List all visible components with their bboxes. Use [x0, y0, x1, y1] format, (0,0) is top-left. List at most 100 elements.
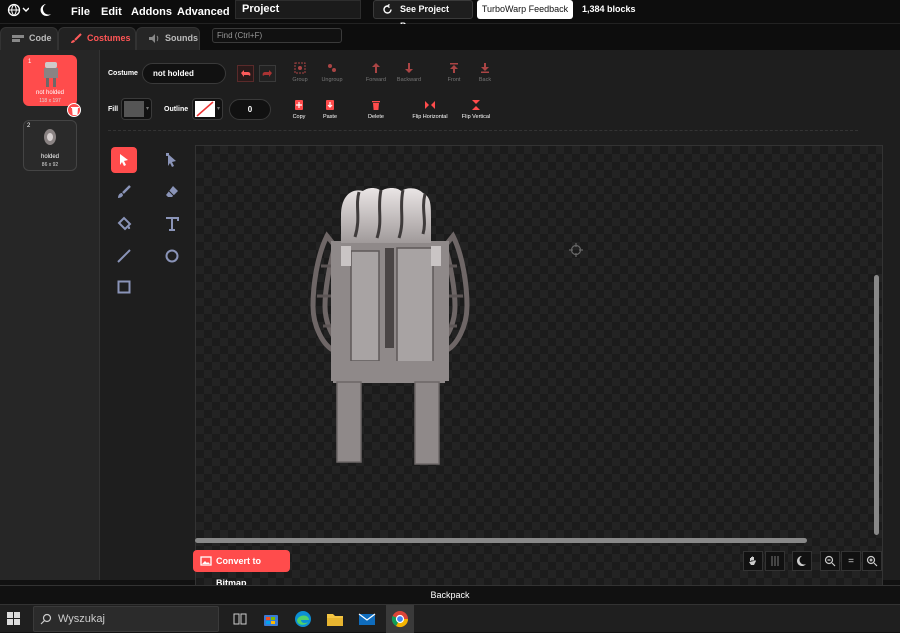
front-button[interactable]: Front: [443, 62, 465, 83]
find-input[interactable]: Find (Ctrl+F): [212, 28, 342, 43]
feedback-button[interactable]: TurboWarp Feedback: [477, 0, 573, 19]
circle-tool[interactable]: [159, 243, 185, 269]
ungroup-icon: [328, 64, 336, 72]
line-tool[interactable]: [111, 243, 137, 269]
tab-sounds[interactable]: Sounds: [136, 27, 200, 50]
line-icon: [117, 249, 131, 263]
menu-bar: File Edit Addons Advanced Project See Pr…: [0, 0, 900, 31]
costume-size: 86 x 92: [41, 162, 59, 168]
tab-sounds-label: Sounds: [165, 33, 198, 43]
flip-vertical-label: Flip Vertical: [461, 114, 491, 120]
costume-name-input[interactable]: not holded: [142, 63, 226, 84]
costume-thumbnail: [44, 129, 56, 145]
brush-icon: [71, 33, 82, 43]
redo-button[interactable]: [259, 65, 276, 82]
edge-browser-icon[interactable]: [293, 609, 313, 629]
forward-label: Forward: [365, 77, 387, 83]
redo-icon: [262, 70, 272, 77]
flip-vertical-button[interactable]: Flip Vertical: [457, 99, 495, 120]
moon-icon: [797, 556, 806, 566]
task-view-icon[interactable]: [230, 609, 250, 629]
undo-button[interactable]: [237, 65, 254, 82]
group-label: Group: [292, 77, 308, 83]
grid-toggle-button[interactable]: [765, 551, 785, 571]
eraser-tool[interactable]: [159, 179, 185, 205]
costume-label: Costume: [108, 70, 138, 77]
taskbar-search-input[interactable]: Wyszukaj: [33, 606, 219, 632]
code-icon: [12, 35, 24, 42]
tab-code[interactable]: Code: [0, 27, 58, 50]
vertical-scrollbar[interactable]: [874, 275, 879, 535]
tab-costumes-label: Costumes: [87, 33, 131, 43]
reshape-icon: [166, 153, 176, 167]
delete-button[interactable]: Delete: [364, 99, 388, 120]
undo-icon: [241, 70, 251, 77]
paint-canvas[interactable]: [195, 145, 883, 595]
store-icon[interactable]: [261, 609, 281, 629]
outline-color-picker[interactable]: ▾: [192, 98, 223, 120]
forward-button[interactable]: Forward: [362, 62, 390, 83]
trash-icon: [71, 107, 79, 115]
group-button[interactable]: Group: [288, 62, 312, 83]
back-icon: [481, 63, 489, 73]
cursor-icon: [120, 154, 128, 166]
backward-label: Backward: [396, 77, 422, 83]
horizontal-scrollbar[interactable]: [195, 538, 807, 543]
convert-to-bitmap-button[interactable]: Convert to Bitmap: [193, 550, 290, 588]
search-icon: [40, 613, 52, 625]
backward-button[interactable]: Backward: [393, 62, 425, 83]
costume-list: 1 not holded 118 x 197 2 holded 86 x 92: [0, 50, 100, 623]
zoom-out-button[interactable]: [820, 551, 840, 571]
copy-button[interactable]: Copy: [289, 99, 309, 120]
fill-color-swatch: [124, 101, 144, 117]
back-button[interactable]: Back: [474, 62, 496, 83]
paste-button[interactable]: Paste: [319, 99, 341, 120]
rectangle-tool[interactable]: [111, 274, 137, 300]
tab-costumes[interactable]: Costumes: [58, 27, 136, 50]
rectangle-icon: [117, 280, 131, 294]
backpack-bar[interactable]: Backpack: [0, 585, 900, 604]
block-count: 1,384 blocks: [582, 4, 636, 14]
copy-label: Copy: [292, 114, 306, 120]
text-tool[interactable]: [159, 211, 185, 237]
brush-tool[interactable]: [111, 179, 137, 205]
fill-color-picker[interactable]: ▾: [121, 98, 152, 120]
taskbar-search-placeholder: Wyszukaj: [58, 613, 105, 625]
fill-tool[interactable]: [111, 211, 137, 237]
no-color-swatch: [195, 101, 215, 117]
zoom-in-button[interactable]: [862, 551, 882, 571]
flip-vertical-icon: [472, 100, 480, 110]
front-icon: [450, 63, 458, 73]
arrow-up-icon: [372, 63, 380, 73]
reshape-tool[interactable]: [159, 147, 185, 173]
costume-tile-2[interactable]: 2 holded 86 x 92: [23, 120, 77, 171]
text-icon: [166, 217, 179, 231]
project-title-input[interactable]: Project: [235, 0, 361, 19]
windows-start-icon[interactable]: [7, 612, 21, 626]
costume-tile-1[interactable]: 1 not holded 118 x 197: [23, 55, 77, 106]
hand-tool-button[interactable]: [743, 551, 763, 571]
chevron-down-icon: ▾: [145, 106, 149, 112]
backpack-label: Backpack: [430, 590, 470, 600]
back-label: Back: [478, 77, 492, 83]
canvas-theme-button[interactable]: [792, 551, 812, 571]
file-explorer-icon[interactable]: [325, 609, 345, 629]
mail-icon[interactable]: [357, 609, 377, 629]
flip-horizontal-icon: [425, 101, 435, 109]
flip-horizontal-label: Flip Horizontal: [412, 114, 448, 120]
paint-editor: Costume not holded Group Ungroup Forward…: [100, 50, 900, 595]
delete-costume-button[interactable]: [67, 103, 81, 117]
circle-icon: [165, 249, 179, 263]
globe-icon: [7, 3, 30, 17]
zoom-reset-button[interactable]: =: [841, 551, 861, 571]
flip-horizontal-button[interactable]: Flip Horizontal: [407, 99, 453, 120]
select-tool[interactable]: [111, 147, 137, 173]
windows-taskbar: Wyszukaj: [0, 604, 900, 633]
outline-width-input[interactable]: 0: [229, 99, 271, 120]
chrome-icon[interactable]: [390, 609, 410, 629]
costume-name: not holded: [35, 90, 65, 96]
moon-icon: [40, 4, 51, 16]
eraser-icon: [166, 186, 178, 197]
see-project-page-button[interactable]: See Project Page: [373, 0, 473, 31]
ungroup-button[interactable]: Ungroup: [318, 62, 346, 83]
